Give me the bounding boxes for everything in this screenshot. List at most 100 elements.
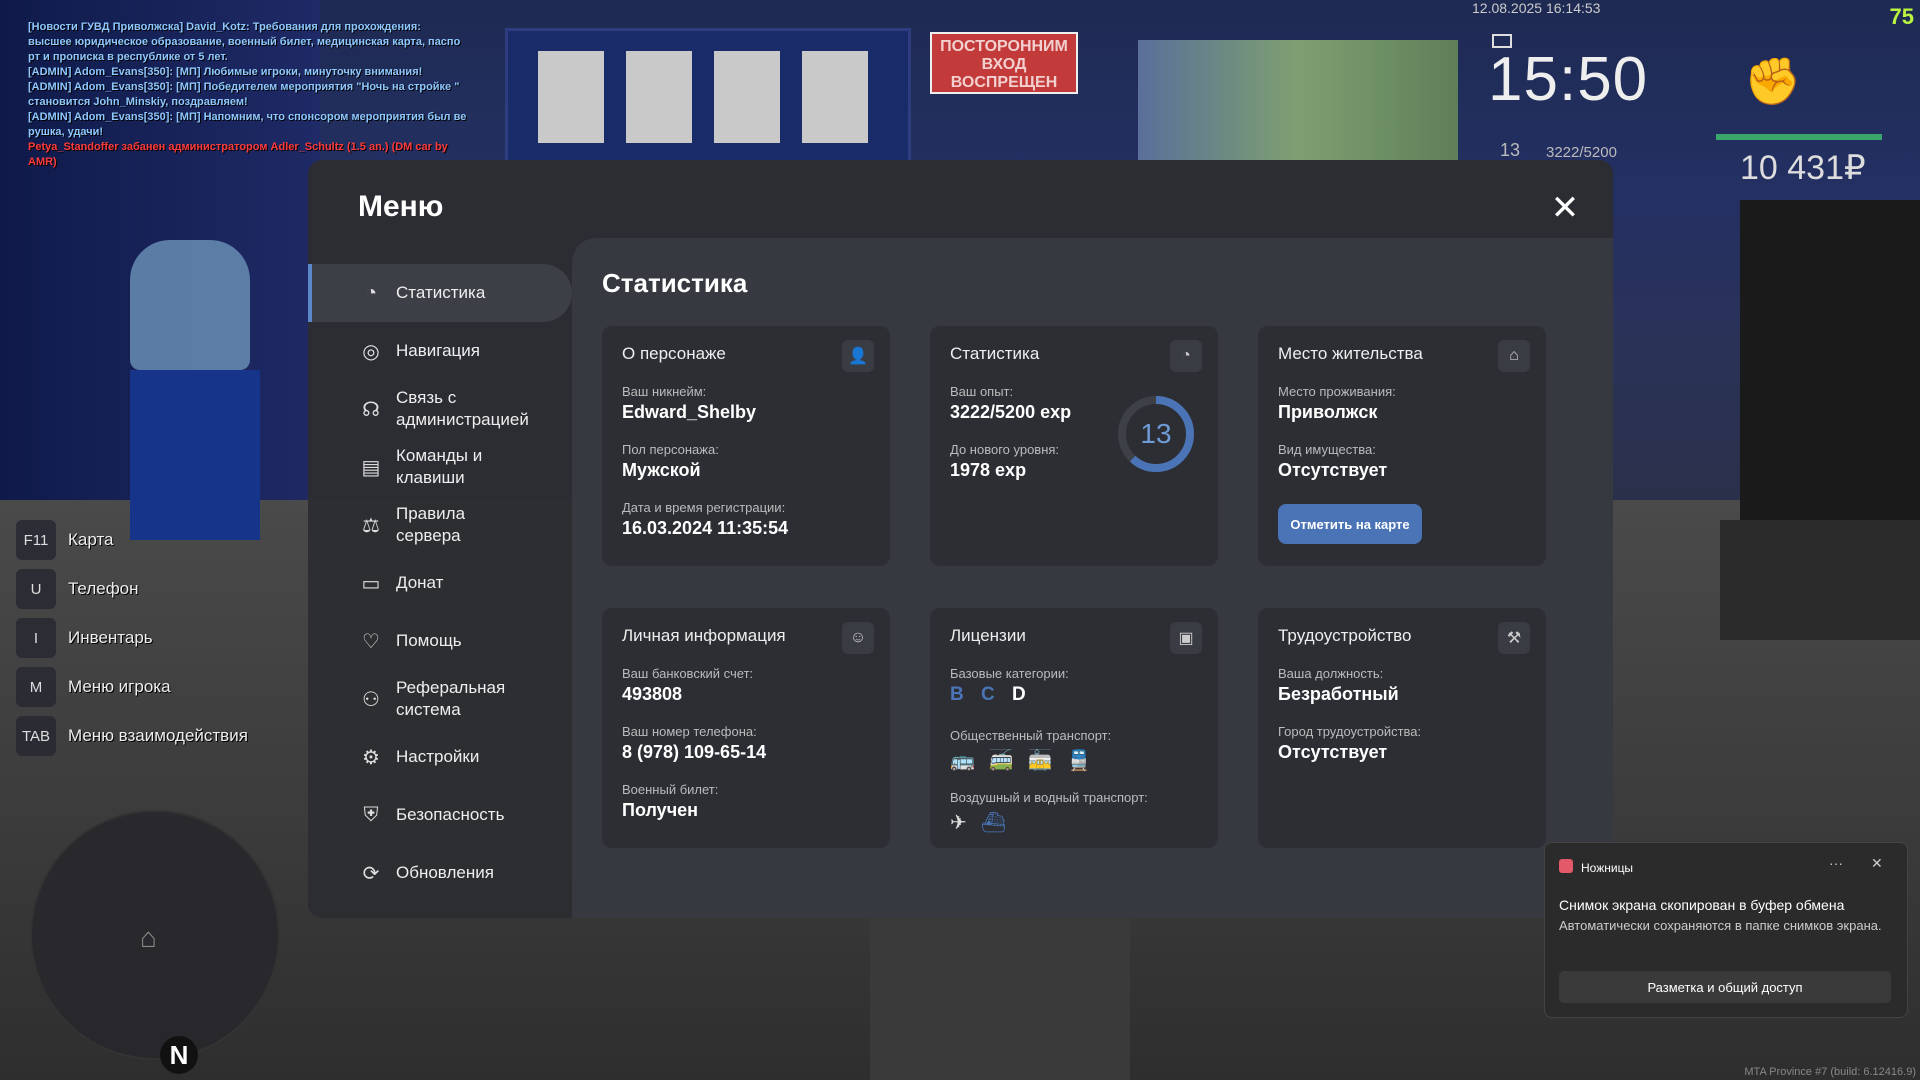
player-character [870, 910, 1130, 1080]
tram-icon: 🚋 [1027, 750, 1053, 772]
notification-app-name: Ножницы [1581, 861, 1634, 875]
license-categories: B C D [950, 684, 1038, 706]
field-value: 493808 [622, 684, 683, 704]
snipping-tool-notification: Ножницы ··· ✕ Снимок экрана скопирован в… [1544, 842, 1908, 1018]
pie-chart-icon: ◔ [1170, 340, 1202, 372]
chat-line: [ADMIN] Adom_Evans[350]: [МП] Победителе… [28, 81, 460, 93]
card-licenses: Лицензии ▣ Базовые категории: B C D Обще… [930, 608, 1218, 848]
more-options-button[interactable]: ··· [1829, 855, 1843, 871]
card-title: Статистика [950, 344, 1040, 363]
nav-item-7[interactable]: ⚇ Реферальная система [308, 670, 572, 728]
field-label: Город трудоустройства: [1278, 724, 1422, 739]
nav-item-label: Правила сервера [396, 504, 466, 545]
field-label: Пол персонажа: [622, 442, 719, 457]
card-title: Трудоустройство [1278, 626, 1412, 645]
hotkey-label: Меню игрока [68, 677, 171, 696]
user-icon: 👤 [842, 340, 874, 372]
trolleybus-icon: 🚎 [988, 750, 1014, 772]
hotkey-key: F11 [16, 520, 56, 560]
nav-item-5[interactable]: ▭ Донат [308, 554, 572, 612]
mark-on-map-button[interactable]: Отметить на карте [1278, 504, 1422, 544]
field-bank-account: Ваш банковский счет: 493808 [622, 666, 753, 705]
money-display: 10 431₽ [1740, 149, 1866, 187]
scales-icon: ⚖ [362, 514, 380, 537]
nav-item-10[interactable]: ⟳ Обновления [308, 844, 572, 902]
nav-item-9[interactable]: ⛨ Безопасность [308, 786, 572, 844]
chat-line: рушка, удачи! [28, 126, 104, 138]
card-personal: Личная информация ☺ Ваш банковский счет:… [602, 608, 890, 848]
nav-item-6[interactable]: ♡ Помощь [308, 612, 572, 670]
hotkey-interaction-menu[interactable]: TAB Меню взаимодействия [16, 716, 248, 756]
content-panel: Статистика О персонаже 👤 Ваш никнейм: Edw… [572, 238, 1613, 918]
minimap: ⌂ N [30, 810, 280, 1074]
nav-item-3[interactable]: ▤ Команды и клавиши [308, 438, 572, 496]
notice-paper [538, 51, 604, 143]
chair-seat [1720, 520, 1920, 640]
hotkey-map[interactable]: F11 Карта [16, 520, 248, 560]
hud-exp: 3222/5200 [1546, 144, 1617, 161]
field-label: Ваш банковский счет: [622, 666, 754, 681]
menu-modal: Меню ✕ ◔ Статистика ◎ Навигация ☊ Связь с адм… [308, 160, 1613, 918]
field-air-water-transport: Воздушный и водный транспорт: [950, 790, 1148, 805]
field-value: Мужской [622, 460, 701, 480]
notice-board [505, 28, 911, 164]
menu-nav: ◔ Статистика ◎ Навигация ☊ Связь с администра… [308, 264, 572, 902]
server-datetime: 12.08.2025 16:14:53 [1472, 0, 1601, 16]
field-gender: Пол персонажа: Мужской [622, 442, 719, 481]
pie-chart-icon: ◔ [364, 281, 378, 304]
hotkey-list: F11 Карта U Телефон I Инвентарь M Меню игрок… [16, 520, 248, 765]
card-title: Место жительства [1278, 344, 1423, 363]
refresh-check-icon: ⟳ [362, 862, 380, 885]
field-value: 1978 exp [950, 460, 1027, 480]
field-base-categories: Базовые категории: [950, 666, 1069, 681]
field-label: Базовые категории: [950, 666, 1069, 681]
notification-heading: Снимок экрана скопирован в буфер обмена [1559, 897, 1845, 913]
close-button[interactable]: ✕ [1550, 191, 1580, 225]
north-indicator: N [160, 1036, 198, 1074]
boat-icon: ⛴ [980, 812, 1007, 834]
nav-item-label: Связь с администрацией [396, 388, 529, 429]
hotkey-key: TAB [16, 716, 56, 756]
field-label: Ваша должность: [1278, 666, 1384, 681]
nav-item-label: Реферальная система [396, 678, 506, 719]
health-bar [1716, 134, 1882, 140]
nav-item-0[interactable]: ◔ Статистика [308, 264, 572, 322]
chat-line: [ADMIN] Adom_Evans[350]: [МП] Напомним, … [28, 111, 467, 123]
hotkey-inventory[interactable]: I Инвентарь [16, 618, 248, 658]
chat-line: [Новости ГУВД Приволжска] David_Kotz: Тр… [28, 21, 421, 33]
license-category: B [950, 684, 964, 705]
level-number: 13 [1140, 418, 1172, 449]
train-icon: 🚆 [1066, 750, 1092, 772]
nav-item-4[interactable]: ⚖ Правила сервера [308, 496, 572, 554]
nav-item-1[interactable]: ◎ Навигация [308, 322, 572, 380]
field-label: Ваш опыт: [950, 384, 1014, 399]
hotkey-phone[interactable]: U Телефон [16, 569, 248, 609]
nav-item-2[interactable]: ☊ Связь с администрацией [308, 380, 572, 438]
field-label: Дата и время регистрации: [622, 500, 786, 515]
field-city: Место проживания: Приволжск [1278, 384, 1396, 423]
license-category: C [981, 684, 995, 705]
notice-paper [802, 51, 868, 143]
field-exp: Ваш опыт: 3222/5200 exp [950, 384, 1071, 423]
nav-item-label: Безопасность [396, 805, 505, 824]
field-work-city: Город трудоустройства: Отсутствует [1278, 724, 1421, 763]
field-label: Общественный транспорт: [950, 728, 1112, 743]
notification-close-button[interactable]: ✕ [1871, 855, 1883, 872]
card-employment: Трудоустройство ⚒ Ваша должность: Безрабо… [1258, 608, 1546, 848]
air-water-transport-icons: ✈ ⛴ [950, 810, 1006, 835]
nav-item-label: Настройки [396, 747, 480, 766]
field-military-id: Военный билет: Получен [622, 782, 718, 821]
field-value: 3222/5200 exp [950, 402, 1072, 422]
nav-item-8[interactable]: ⚙ Настройки [308, 728, 572, 786]
field-label: До нового уровня: [950, 442, 1060, 457]
headset-icon: ☊ [362, 398, 380, 421]
chat-log: [Новости ГУВД Приволжска] David_Kotz: Тр… [28, 20, 498, 170]
field-value: Отсутствует [1278, 460, 1388, 480]
water-cooler [130, 370, 260, 540]
hotkey-label: Меню взаимодействия [68, 726, 248, 745]
field-value: Приволжск [1278, 402, 1378, 422]
hammer-icon: ⚒ [1498, 622, 1530, 654]
hotkey-player-menu[interactable]: M Меню игрока [16, 667, 248, 707]
markup-share-button[interactable]: Разметка и общий доступ [1559, 971, 1891, 1003]
field-registration: Дата и время регистрации: 16.03.2024 11:3… [622, 500, 788, 539]
